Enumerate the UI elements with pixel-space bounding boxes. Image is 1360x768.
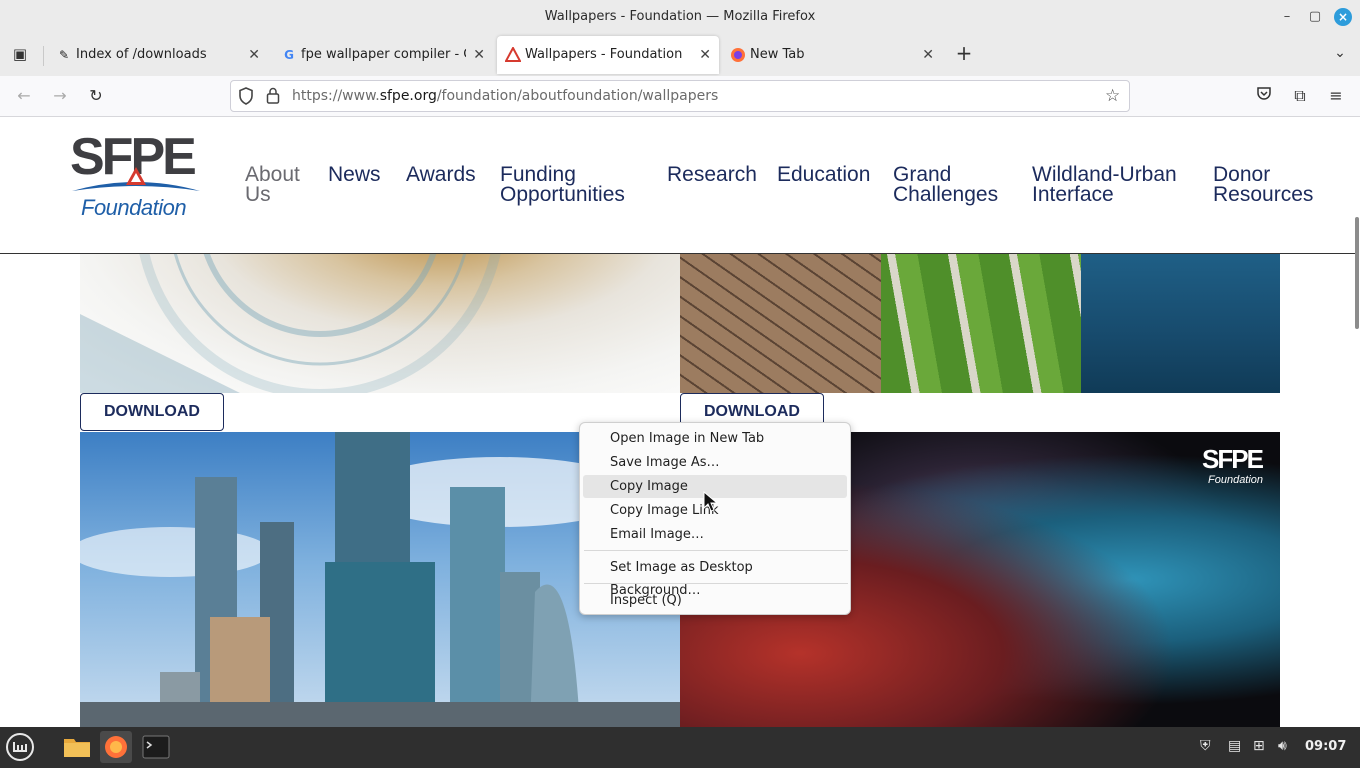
terminal-icon[interactable] bbox=[140, 731, 172, 763]
nav-awards[interactable]: Awards bbox=[406, 163, 476, 186]
nav-news[interactable]: News bbox=[328, 163, 381, 186]
extensions-puzzle-icon[interactable]: ⧉ bbox=[1289, 85, 1311, 107]
menu-separator bbox=[584, 550, 848, 551]
google-icon: G bbox=[284, 48, 294, 62]
minimize-icon[interactable]: – bbox=[1278, 8, 1296, 26]
tab-index-downloads[interactable]: ✎ Index of /downloads ✕ bbox=[48, 36, 268, 74]
image-context-menu: Open Image in New Tab Save Image As… Cop… bbox=[579, 422, 851, 615]
nav-line: Challenges bbox=[893, 183, 999, 206]
nav-line: Donor bbox=[1213, 163, 1271, 186]
menu-open-image-new-tab[interactable]: Open Image in New Tab bbox=[583, 427, 847, 450]
tab-label: New Tab bbox=[750, 47, 805, 62]
grass-panel bbox=[881, 254, 1081, 393]
navigation-toolbar: ← → ↻ https://www.sfpe.org/foundation/ab… bbox=[0, 76, 1360, 117]
tab-close-icon[interactable]: ✕ bbox=[922, 36, 934, 74]
sfpe-foundation-logo[interactable]: SFPE Foundation bbox=[70, 128, 202, 223]
mint-menu-icon[interactable] bbox=[4, 731, 36, 763]
menu-save-image-as[interactable]: Save Image As… bbox=[583, 451, 847, 474]
nav-line: Opportunities bbox=[500, 183, 625, 206]
tab-new-tab[interactable]: New Tab ✕ bbox=[722, 36, 942, 74]
mouse-cursor-icon bbox=[703, 491, 719, 512]
site-header: SFPE Foundation About Us News Awards Fund… bbox=[0, 117, 1355, 254]
url-domain: sfpe.org bbox=[379, 88, 437, 104]
nav-grand-challenges[interactable]: Grand Challenges bbox=[893, 163, 999, 206]
tab-bar: ▣ ✎ Index of /downloads ✕ G fpe wallpape… bbox=[0, 34, 1360, 76]
tab-close-icon[interactable]: ✕ bbox=[473, 36, 485, 74]
tab-label: Index of /downloads bbox=[76, 47, 207, 62]
nav-line: Awards bbox=[406, 163, 476, 186]
nav-line: About bbox=[245, 163, 300, 186]
pen-icon: ✎ bbox=[58, 48, 70, 62]
nav-wildland-urban-interface[interactable]: Wildland-Urban Interface bbox=[1032, 163, 1177, 206]
menu-email-image[interactable]: Email Image… bbox=[583, 523, 847, 546]
sfpe-watermark-subtext: Foundation bbox=[1208, 474, 1264, 486]
window-title: Wallpapers - Foundation — Mozilla Firefo… bbox=[544, 9, 816, 24]
menu-inspect[interactable]: Inspect (Q) bbox=[583, 589, 847, 612]
nav-education[interactable]: Education bbox=[777, 163, 871, 186]
url-path: /foundation/aboutfoundation/wallpapers bbox=[436, 88, 719, 104]
network-tray-icon[interactable]: ⊞ bbox=[1253, 738, 1265, 754]
back-arrow-icon[interactable]: ← bbox=[13, 85, 35, 107]
nav-line: Resources bbox=[1213, 183, 1314, 206]
dry-earth-panel bbox=[680, 254, 881, 393]
tab-separator bbox=[43, 46, 44, 66]
reload-icon[interactable]: ↻ bbox=[85, 85, 107, 107]
firefox-taskbar-icon[interactable] bbox=[100, 731, 132, 763]
wallpaper-image-earth-grass-water[interactable] bbox=[680, 254, 1280, 393]
nav-line: News bbox=[328, 163, 381, 186]
sfpe-triangle-icon bbox=[504, 45, 522, 63]
water-panel bbox=[1081, 254, 1280, 393]
maximize-icon[interactable]: ▢ bbox=[1306, 8, 1324, 26]
url-prefix: https://www. bbox=[292, 88, 380, 104]
nav-donor-resources[interactable]: Donor Resources bbox=[1213, 163, 1314, 206]
clipboard-tray-icon[interactable]: ▤ bbox=[1228, 738, 1241, 754]
lock-icon[interactable] bbox=[266, 87, 280, 108]
nav-line: Us bbox=[245, 183, 271, 206]
volume-tray-icon[interactable]: 🔊︎ bbox=[1278, 738, 1287, 754]
url-bar[interactable]: https://www.sfpe.org/foundation/aboutfou… bbox=[230, 80, 1130, 112]
shield-tray-icon[interactable]: ⛨ bbox=[1200, 738, 1211, 754]
menu-set-desktop-background[interactable]: Set Image as Desktop Background… bbox=[583, 556, 847, 598]
nav-line: Funding bbox=[500, 163, 576, 186]
download-button[interactable]: DOWNLOAD bbox=[80, 393, 224, 431]
forward-arrow-icon[interactable]: → bbox=[49, 85, 71, 107]
url-text[interactable]: https://www.sfpe.org/foundation/aboutfou… bbox=[292, 88, 718, 104]
tab-label: Wallpapers - Foundation bbox=[525, 47, 683, 62]
nav-line: Education bbox=[777, 163, 871, 186]
shield-icon[interactable] bbox=[238, 87, 254, 109]
bookmark-star-icon[interactable]: ☆ bbox=[1105, 86, 1120, 106]
logo-subtext: Foundation bbox=[81, 195, 187, 220]
sfpe-watermark-text: SFPE bbox=[1202, 444, 1264, 474]
list-all-tabs-chevron-icon[interactable]: ⌄ bbox=[1329, 42, 1351, 64]
abstract-rings-graphic bbox=[80, 254, 501, 393]
nav-funding-opportunities[interactable]: Funding Opportunities bbox=[500, 163, 625, 206]
hamburger-menu-icon[interactable]: ≡ bbox=[1325, 85, 1347, 107]
tab-close-icon[interactable]: ✕ bbox=[248, 36, 260, 74]
window-titlebar: Wallpapers - Foundation — Mozilla Firefo… bbox=[0, 0, 1360, 34]
tab-label: fpe wallpaper compiler - Go bbox=[301, 47, 466, 62]
nav-research[interactable]: Research bbox=[667, 163, 757, 186]
taskbar: ⛨ ▤ ⊞ 🔊︎ 09:07 bbox=[0, 727, 1360, 768]
tab-close-icon[interactable]: ✕ bbox=[699, 36, 711, 74]
tab-google-search[interactable]: G fpe wallpaper compiler - Go ✕ bbox=[273, 36, 493, 74]
files-folder-icon[interactable] bbox=[61, 731, 93, 763]
clock[interactable]: 09:07 bbox=[1305, 739, 1346, 754]
nav-line: Research bbox=[667, 163, 757, 186]
firefox-icon bbox=[730, 47, 746, 63]
menu-separator bbox=[584, 583, 848, 584]
tab-overview-icon[interactable]: ▣ bbox=[9, 43, 31, 65]
nav-line: Grand bbox=[893, 163, 952, 186]
pocket-icon[interactable] bbox=[1253, 85, 1275, 107]
close-window-icon[interactable]: × bbox=[1334, 8, 1352, 26]
nav-about-us[interactable]: About Us bbox=[245, 163, 300, 206]
page-scrollbar[interactable] bbox=[1355, 217, 1359, 329]
tab-wallpapers-foundation[interactable]: Wallpapers - Foundation ✕ bbox=[497, 36, 719, 74]
wallpaper-image-abstract[interactable] bbox=[80, 254, 680, 393]
nav-line: Interface bbox=[1032, 183, 1114, 206]
nav-line: Wildland-Urban bbox=[1032, 163, 1177, 186]
new-tab-plus-icon[interactable]: + bbox=[953, 42, 975, 64]
